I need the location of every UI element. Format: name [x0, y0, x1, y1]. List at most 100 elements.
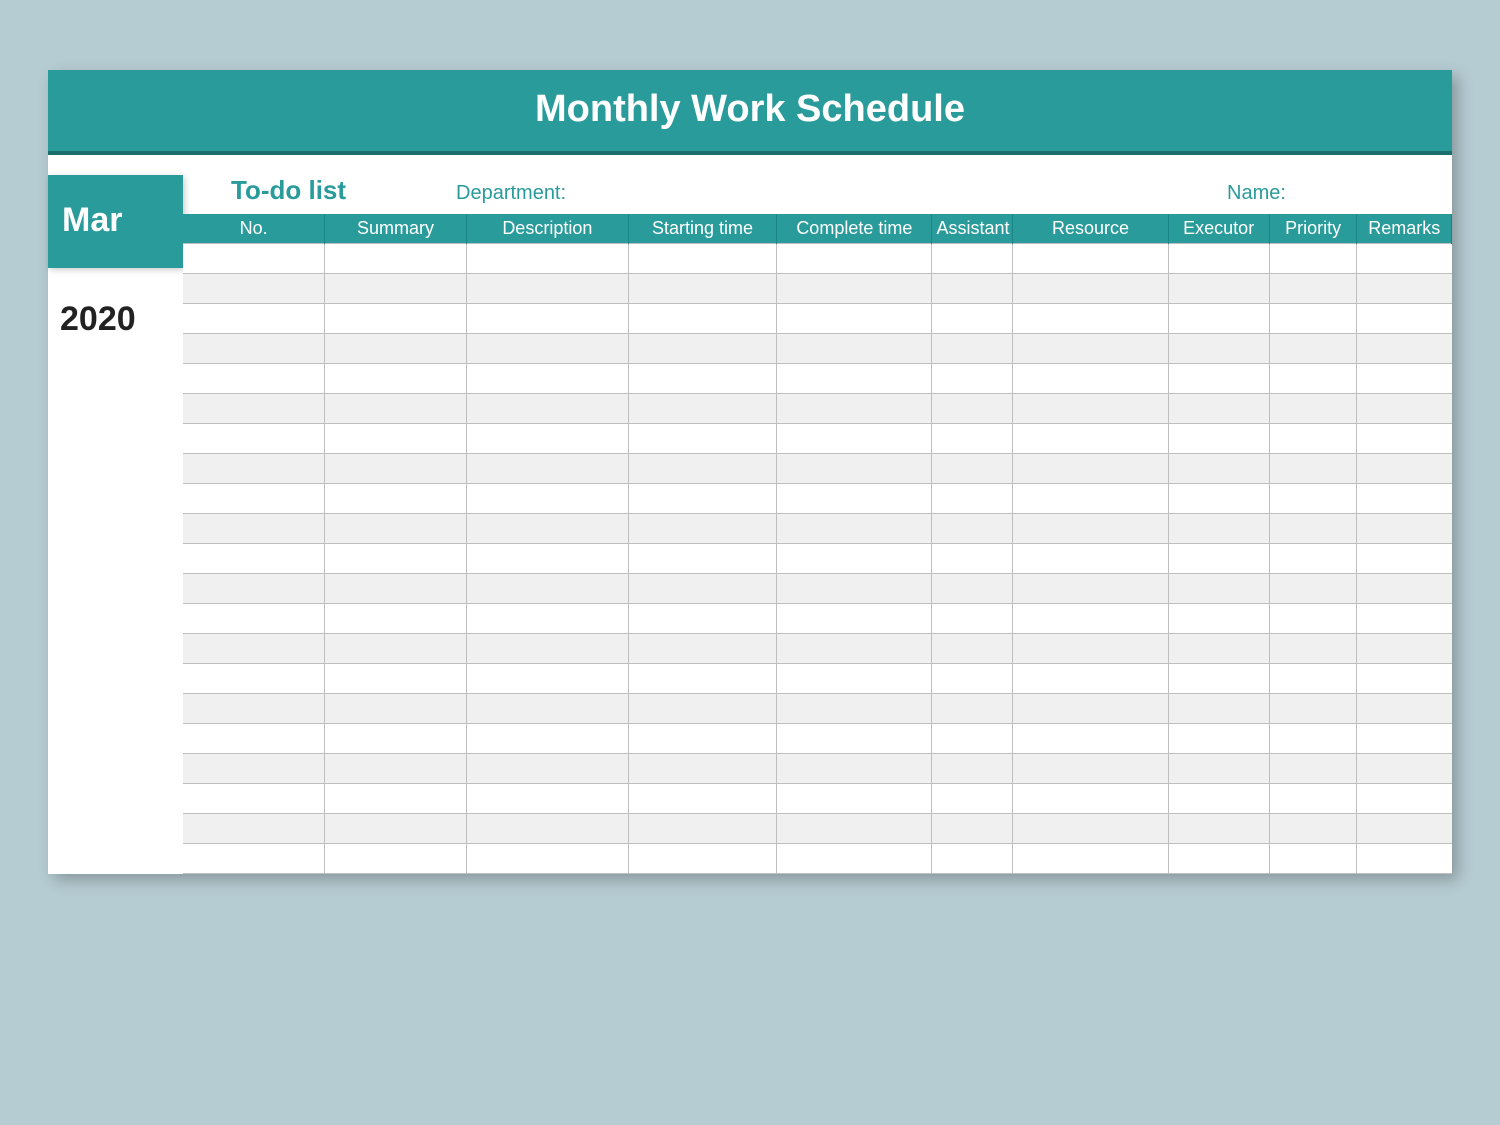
cell[interactable] [1168, 604, 1269, 634]
cell[interactable] [183, 784, 325, 814]
cell[interactable] [466, 784, 628, 814]
cell[interactable] [1357, 634, 1452, 664]
cell[interactable] [183, 724, 325, 754]
cell[interactable] [1357, 364, 1452, 394]
cell[interactable] [325, 814, 467, 844]
cell[interactable] [1357, 304, 1452, 334]
cell[interactable] [466, 334, 628, 364]
cell[interactable] [183, 424, 325, 454]
cell[interactable] [466, 394, 628, 424]
cell[interactable] [932, 784, 1013, 814]
cell[interactable] [628, 484, 776, 514]
cell[interactable] [1168, 304, 1269, 334]
cell[interactable] [777, 334, 932, 364]
cell[interactable] [1168, 514, 1269, 544]
cell[interactable] [628, 724, 776, 754]
cell[interactable] [777, 694, 932, 724]
cell[interactable] [325, 244, 467, 274]
cell[interactable] [932, 454, 1013, 484]
cell[interactable] [466, 304, 628, 334]
cell[interactable] [466, 364, 628, 394]
cell[interactable] [1269, 484, 1357, 514]
cell[interactable] [1013, 544, 1168, 574]
cell[interactable] [1013, 454, 1168, 484]
cell[interactable] [777, 574, 932, 604]
cell[interactable] [325, 634, 467, 664]
cell[interactable] [932, 634, 1013, 664]
cell[interactable] [183, 574, 325, 604]
cell[interactable] [628, 694, 776, 724]
cell[interactable] [777, 514, 932, 544]
cell[interactable] [628, 814, 776, 844]
cell[interactable] [1357, 244, 1452, 274]
cell[interactable] [932, 334, 1013, 364]
cell[interactable] [1168, 814, 1269, 844]
cell[interactable] [777, 274, 932, 304]
cell[interactable] [325, 784, 467, 814]
cell[interactable] [932, 304, 1013, 334]
cell[interactable] [628, 784, 776, 814]
cell[interactable] [777, 244, 932, 274]
cell[interactable] [1013, 694, 1168, 724]
cell[interactable] [777, 304, 932, 334]
cell[interactable] [183, 484, 325, 514]
cell[interactable] [183, 454, 325, 484]
cell[interactable] [1269, 304, 1357, 334]
cell[interactable] [932, 724, 1013, 754]
cell[interactable] [325, 394, 467, 424]
cell[interactable] [1168, 274, 1269, 304]
cell[interactable] [466, 754, 628, 784]
cell[interactable] [1013, 754, 1168, 784]
cell[interactable] [1013, 634, 1168, 664]
cell[interactable] [1269, 394, 1357, 424]
cell[interactable] [1168, 724, 1269, 754]
cell[interactable] [777, 484, 932, 514]
cell[interactable] [932, 544, 1013, 574]
cell[interactable] [466, 574, 628, 604]
cell[interactable] [1357, 604, 1452, 634]
cell[interactable] [466, 544, 628, 574]
cell[interactable] [1357, 694, 1452, 724]
cell[interactable] [1357, 484, 1452, 514]
cell[interactable] [325, 274, 467, 304]
cell[interactable] [183, 304, 325, 334]
cell[interactable] [777, 394, 932, 424]
cell[interactable] [183, 844, 325, 874]
cell[interactable] [1269, 724, 1357, 754]
cell[interactable] [1269, 544, 1357, 574]
cell[interactable] [1357, 274, 1452, 304]
cell[interactable] [466, 454, 628, 484]
cell[interactable] [932, 664, 1013, 694]
cell[interactable] [628, 394, 776, 424]
cell[interactable] [325, 724, 467, 754]
cell[interactable] [1168, 574, 1269, 604]
cell[interactable] [466, 634, 628, 664]
cell[interactable] [183, 604, 325, 634]
cell[interactable] [777, 844, 932, 874]
cell[interactable] [1357, 844, 1452, 874]
cell[interactable] [1269, 754, 1357, 784]
cell[interactable] [325, 574, 467, 604]
cell[interactable] [1269, 694, 1357, 724]
cell[interactable] [932, 244, 1013, 274]
cell[interactable] [325, 694, 467, 724]
cell[interactable] [777, 544, 932, 574]
cell[interactable] [1357, 334, 1452, 364]
cell[interactable] [932, 604, 1013, 634]
cell[interactable] [1013, 844, 1168, 874]
cell[interactable] [466, 694, 628, 724]
cell[interactable] [1269, 244, 1357, 274]
cell[interactable] [466, 814, 628, 844]
cell[interactable] [325, 454, 467, 484]
cell[interactable] [932, 694, 1013, 724]
cell[interactable] [1357, 724, 1452, 754]
cell[interactable] [183, 334, 325, 364]
cell[interactable] [466, 664, 628, 694]
cell[interactable] [932, 514, 1013, 544]
cell[interactable] [628, 544, 776, 574]
cell[interactable] [325, 304, 467, 334]
cell[interactable] [628, 574, 776, 604]
cell[interactable] [183, 634, 325, 664]
cell[interactable] [466, 424, 628, 454]
cell[interactable] [1013, 244, 1168, 274]
